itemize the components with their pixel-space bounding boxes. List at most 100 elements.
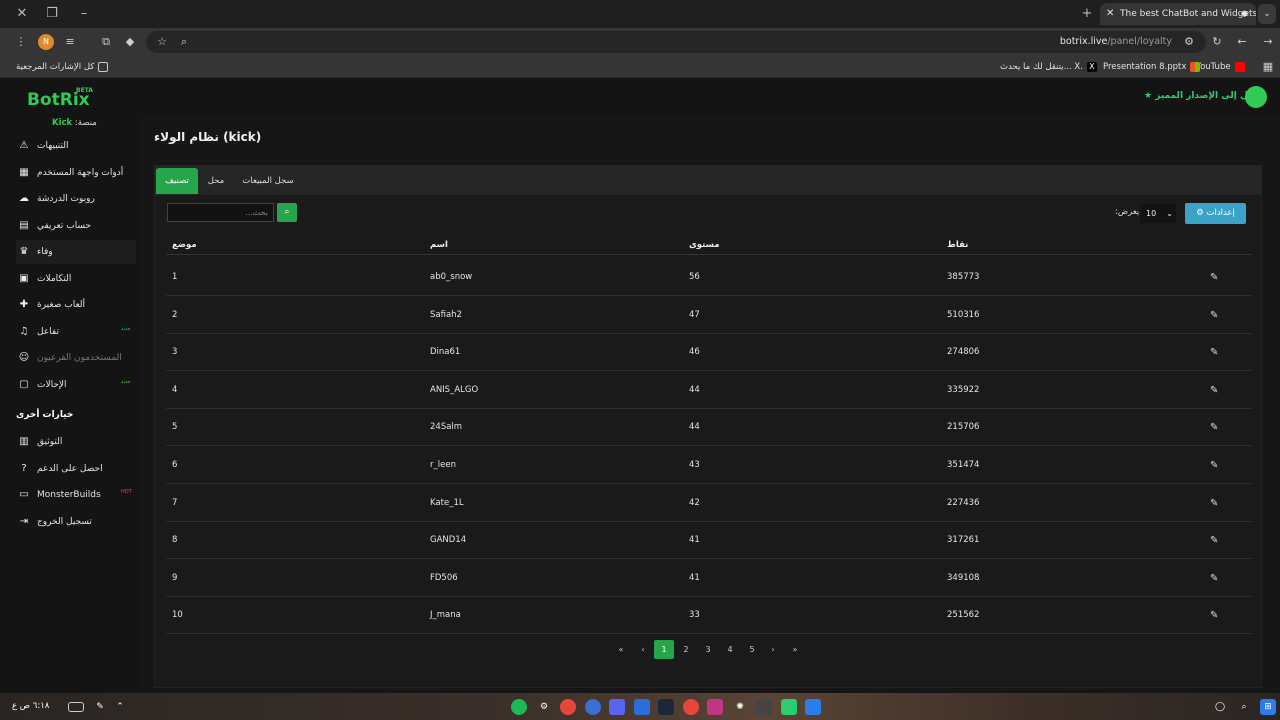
pagination-last-icon[interactable]: » [785, 640, 805, 659]
sidebar-item[interactable]: ▤ حساب تعريفي [16, 214, 136, 238]
discord-icon[interactable] [609, 699, 625, 715]
edit-pencil-icon[interactable]: ✎ [1210, 334, 1218, 371]
taskbar-clock[interactable]: ٦:١٨ ص ع [12, 701, 49, 711]
site-settings-icon[interactable]: ⚙ [1181, 34, 1197, 50]
reading-list-icon[interactable]: ≡ [62, 34, 78, 50]
tab-ranking[interactable]: تصنيف [156, 168, 198, 194]
search-input[interactable] [167, 203, 274, 222]
all-bookmarks[interactable]: كل الإشارات المرجعية [16, 59, 109, 75]
sidebar-item[interactable]: ♫ تفاعل جديد [16, 320, 136, 344]
pagination-next-icon[interactable]: › [763, 640, 783, 659]
gear-app-icon[interactable]: ✺ [732, 699, 748, 715]
steam-icon[interactable] [658, 699, 674, 715]
minimize-window-icon[interactable]: – [70, 4, 98, 24]
edit-pencil-icon[interactable]: ✎ [1210, 409, 1218, 446]
sidebar-other-item[interactable]: ▥ التوثيق [16, 430, 136, 454]
app-icon[interactable] [634, 699, 650, 715]
sidebar-item-label: التوثيق [37, 437, 63, 447]
sidebar-item[interactable]: ▦ أدوات واجهة المستخدم [16, 161, 136, 185]
cell-name: Dina61 [430, 347, 461, 358]
extensions-puzzle-icon[interactable]: ⧉ [98, 34, 114, 50]
sidebar-item[interactable]: ⚠ التنبيهات [16, 134, 136, 158]
x-logo-icon: X [1086, 61, 1097, 72]
address-bar[interactable] [146, 31, 1206, 53]
sidebar-other-item[interactable]: ? احصل على الدعم [16, 457, 136, 481]
reload-icon[interactable]: ↻ [1209, 34, 1225, 50]
sidebar-item[interactable]: ▣ التكاملات [16, 267, 136, 291]
bookmark-star-icon[interactable]: ☆ [154, 34, 170, 50]
search-button[interactable]: ⌕ [277, 203, 297, 222]
edit-pencil-icon[interactable]: ✎ [1210, 372, 1218, 409]
edit-pencil-icon[interactable]: ✎ [1210, 447, 1218, 484]
tray-chevron-icon[interactable]: ⌃ [112, 699, 128, 715]
spotify-icon[interactable] [511, 699, 527, 715]
edit-pencil-icon[interactable]: ✎ [1210, 560, 1218, 597]
cell-position: 9 [172, 572, 178, 583]
bookmark-x[interactable]: يتنقل لك ما يحدث... X. X [1000, 59, 1097, 75]
pagination-page[interactable]: 2 [676, 640, 696, 659]
edit-pencil-icon[interactable]: ✎ [1210, 522, 1218, 559]
column-points[interactable]: نقاط [947, 240, 968, 250]
start-icon[interactable]: ⊞ [1260, 699, 1276, 715]
column-level[interactable]: مستوى [689, 240, 720, 250]
chrome-icon[interactable] [560, 699, 576, 715]
taskview-icon[interactable]: ◯ [1212, 699, 1228, 715]
bookmark-label: كل الإشارات المرجعية [16, 62, 95, 72]
pagination-page[interactable]: 5 [742, 640, 762, 659]
url-text[interactable]: botrix.live/panel/loyalty [1060, 36, 1172, 47]
microsoft-icon [1190, 61, 1201, 72]
pen-icon[interactable]: ✎ [92, 699, 108, 715]
cell-position: 1 [172, 272, 178, 282]
extension-gem-icon[interactable]: ◆ [122, 34, 138, 50]
app-icon-4[interactable] [781, 699, 797, 715]
page-size-label: يعرض: [1115, 207, 1140, 217]
tab-sales-log[interactable]: سجل المبيعات [234, 168, 302, 194]
pagination-first-icon[interactable]: « [611, 640, 631, 659]
close-window-icon[interactable]: ✕ [8, 4, 36, 24]
settings-button[interactable]: إعدادات ⚙ [1185, 203, 1246, 224]
browser-menu-icon[interactable]: ⋮ [13, 34, 29, 50]
pagination-page[interactable]: 4 [720, 640, 740, 659]
tab-search-icon[interactable]: ⌄ [1258, 4, 1276, 24]
bookmark-presentation[interactable]: Presentation 8.pptx [1103, 59, 1201, 75]
maximize-window-icon[interactable]: ❐ [38, 4, 66, 24]
keyboard-icon[interactable] [68, 702, 84, 712]
zoom-icon[interactable]: ⌕ [176, 34, 192, 50]
back-icon[interactable]: ← [1234, 34, 1250, 50]
column-position[interactable]: موضع [172, 240, 197, 250]
pagination-prev-icon[interactable]: ‹ [633, 640, 653, 659]
profile-avatar[interactable]: N [38, 34, 54, 50]
settings-app-icon[interactable]: ⚙ [536, 699, 552, 715]
browser-tab[interactable]: ✕ The best ChatBot and Widgets ◆ [1100, 3, 1256, 25]
table-row: 3 Dina61 46 274806 ✎ [166, 334, 1252, 372]
pagination-page[interactable]: 1 [654, 640, 674, 659]
search-taskbar-icon[interactable]: ⌕ [1236, 699, 1252, 715]
page-size-select[interactable]: 10 ⌄ [1140, 204, 1176, 223]
apps-grid-icon[interactable]: ▦ [1260, 59, 1276, 75]
edit-pencil-icon[interactable]: ✎ [1210, 485, 1218, 522]
app-icon-2[interactable] [707, 699, 723, 715]
edit-pencil-icon[interactable]: ✎ [1210, 297, 1218, 334]
pagination-page[interactable]: 3 [698, 640, 718, 659]
cell-points: 274806 [947, 347, 980, 358]
sidebar-item[interactable]: ▢ الإحالات جديد [16, 373, 136, 397]
column-name[interactable]: اسم [430, 240, 448, 250]
sidebar-other-item[interactable]: ▭ MonsterBuilds HOT [16, 483, 136, 507]
sidebar-item[interactable]: ✚ ألعاب صغيرة [16, 293, 136, 317]
sidebar-other-item[interactable]: ⇥ تسجيل الخروج [16, 510, 136, 534]
bookmark-youtube[interactable]: YouTube [1196, 59, 1245, 75]
edge-icon[interactable] [805, 699, 821, 715]
sidebar-item[interactable]: ♛ وفاء [16, 240, 136, 264]
edit-pencil-icon[interactable]: ✎ [1210, 597, 1218, 634]
chrome-icon-2[interactable] [683, 699, 699, 715]
new-tab-button[interactable]: + [1078, 4, 1096, 24]
user-avatar[interactable] [1245, 86, 1267, 108]
sidebar-item[interactable]: ☺ المستخدمون الفرعيون [16, 346, 136, 370]
browser-app-icon[interactable] [585, 699, 601, 715]
forward-icon[interactable]: → [1260, 34, 1276, 50]
close-tab-icon[interactable]: ✕ [1106, 3, 1114, 25]
edit-pencil-icon[interactable]: ✎ [1210, 259, 1218, 296]
app-icon-3[interactable] [756, 699, 772, 715]
tab-shop[interactable]: محل [200, 168, 232, 194]
sidebar-item[interactable]: ☁ روبوت الدردشة [16, 187, 136, 211]
